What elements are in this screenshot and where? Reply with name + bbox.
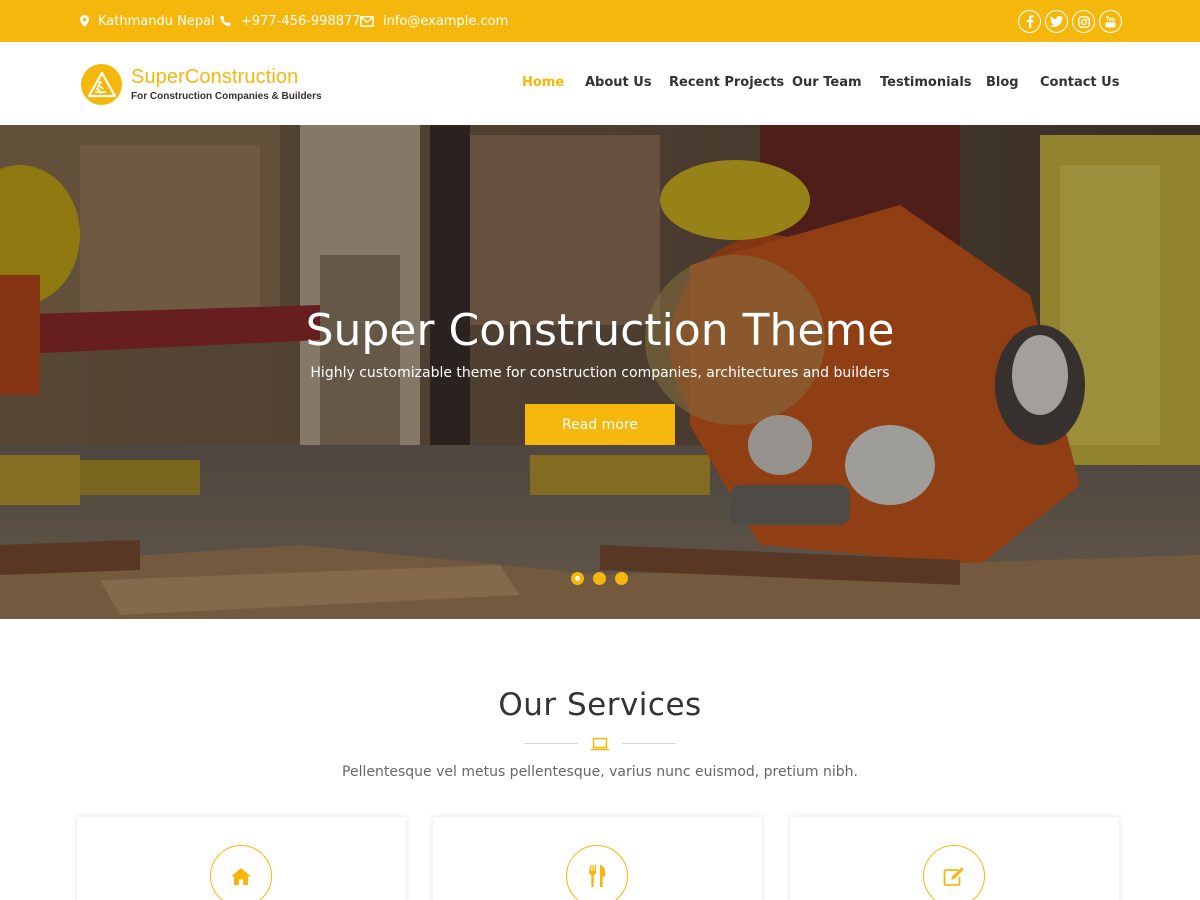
nav-our-team[interactable]: Our Team (792, 75, 862, 90)
slider-dot-2[interactable] (593, 572, 606, 585)
slider-dot-1[interactable] (571, 572, 584, 585)
services-title: Our Services (498, 687, 702, 723)
hero-subtitle: Highly customizable theme for constructi… (310, 365, 890, 381)
logo-icon[interactable] (81, 64, 122, 105)
services-description: Pellentesque vel metus pellentesque, var… (342, 764, 858, 780)
location-text: Kathmandu Nepal (98, 13, 215, 29)
slider-dot-3[interactable] (615, 572, 628, 585)
youtube-icon[interactable] (1099, 10, 1122, 33)
twitter-icon[interactable] (1045, 10, 1068, 33)
site-header: SuperConstruction For Construction Compa… (0, 42, 1200, 125)
service-card[interactable] (790, 817, 1119, 900)
nav-blog[interactable]: Blog (986, 75, 1019, 90)
read-more-button[interactable]: Read more (525, 404, 675, 445)
nav-contact-us[interactable]: Contact Us (1040, 75, 1119, 90)
envelope-icon (360, 15, 374, 27)
map-marker-icon (80, 15, 89, 27)
location-info: Kathmandu Nepal (80, 0, 215, 42)
facebook-icon[interactable] (1018, 10, 1041, 33)
phone-info: +977-456-998877 (220, 0, 361, 42)
cutlery-icon (566, 845, 628, 900)
brand-name[interactable]: SuperConstruction (131, 66, 298, 89)
brand-tagline: For Construction Companies & Builders (131, 91, 322, 102)
email-text[interactable]: info@example.com (383, 14, 508, 29)
email-info: info@example.com (360, 0, 508, 42)
phone-icon (220, 15, 231, 27)
phone-text[interactable]: +977-456-998877 (241, 14, 361, 29)
hero-title: Super Construction Theme (305, 305, 895, 356)
nav-about-us[interactable]: About Us (585, 75, 652, 90)
title-divider-left (524, 743, 578, 744)
hero-slider: Super Construction Theme Highly customiz… (0, 125, 1200, 619)
top-bar: Kathmandu Nepal +977-456-998877 info@exa… (0, 0, 1200, 42)
service-card[interactable] (77, 817, 406, 900)
edit-icon (923, 845, 985, 900)
nav-home[interactable]: Home (522, 75, 564, 90)
service-card[interactable] (433, 817, 762, 900)
nav-recent-projects[interactable]: Recent Projects (669, 75, 784, 90)
nav-testimonials[interactable]: Testimonials (880, 75, 972, 90)
instagram-icon[interactable] (1072, 10, 1095, 33)
laptop-icon (590, 736, 610, 755)
title-divider-right (622, 743, 676, 744)
home-icon (210, 845, 272, 900)
